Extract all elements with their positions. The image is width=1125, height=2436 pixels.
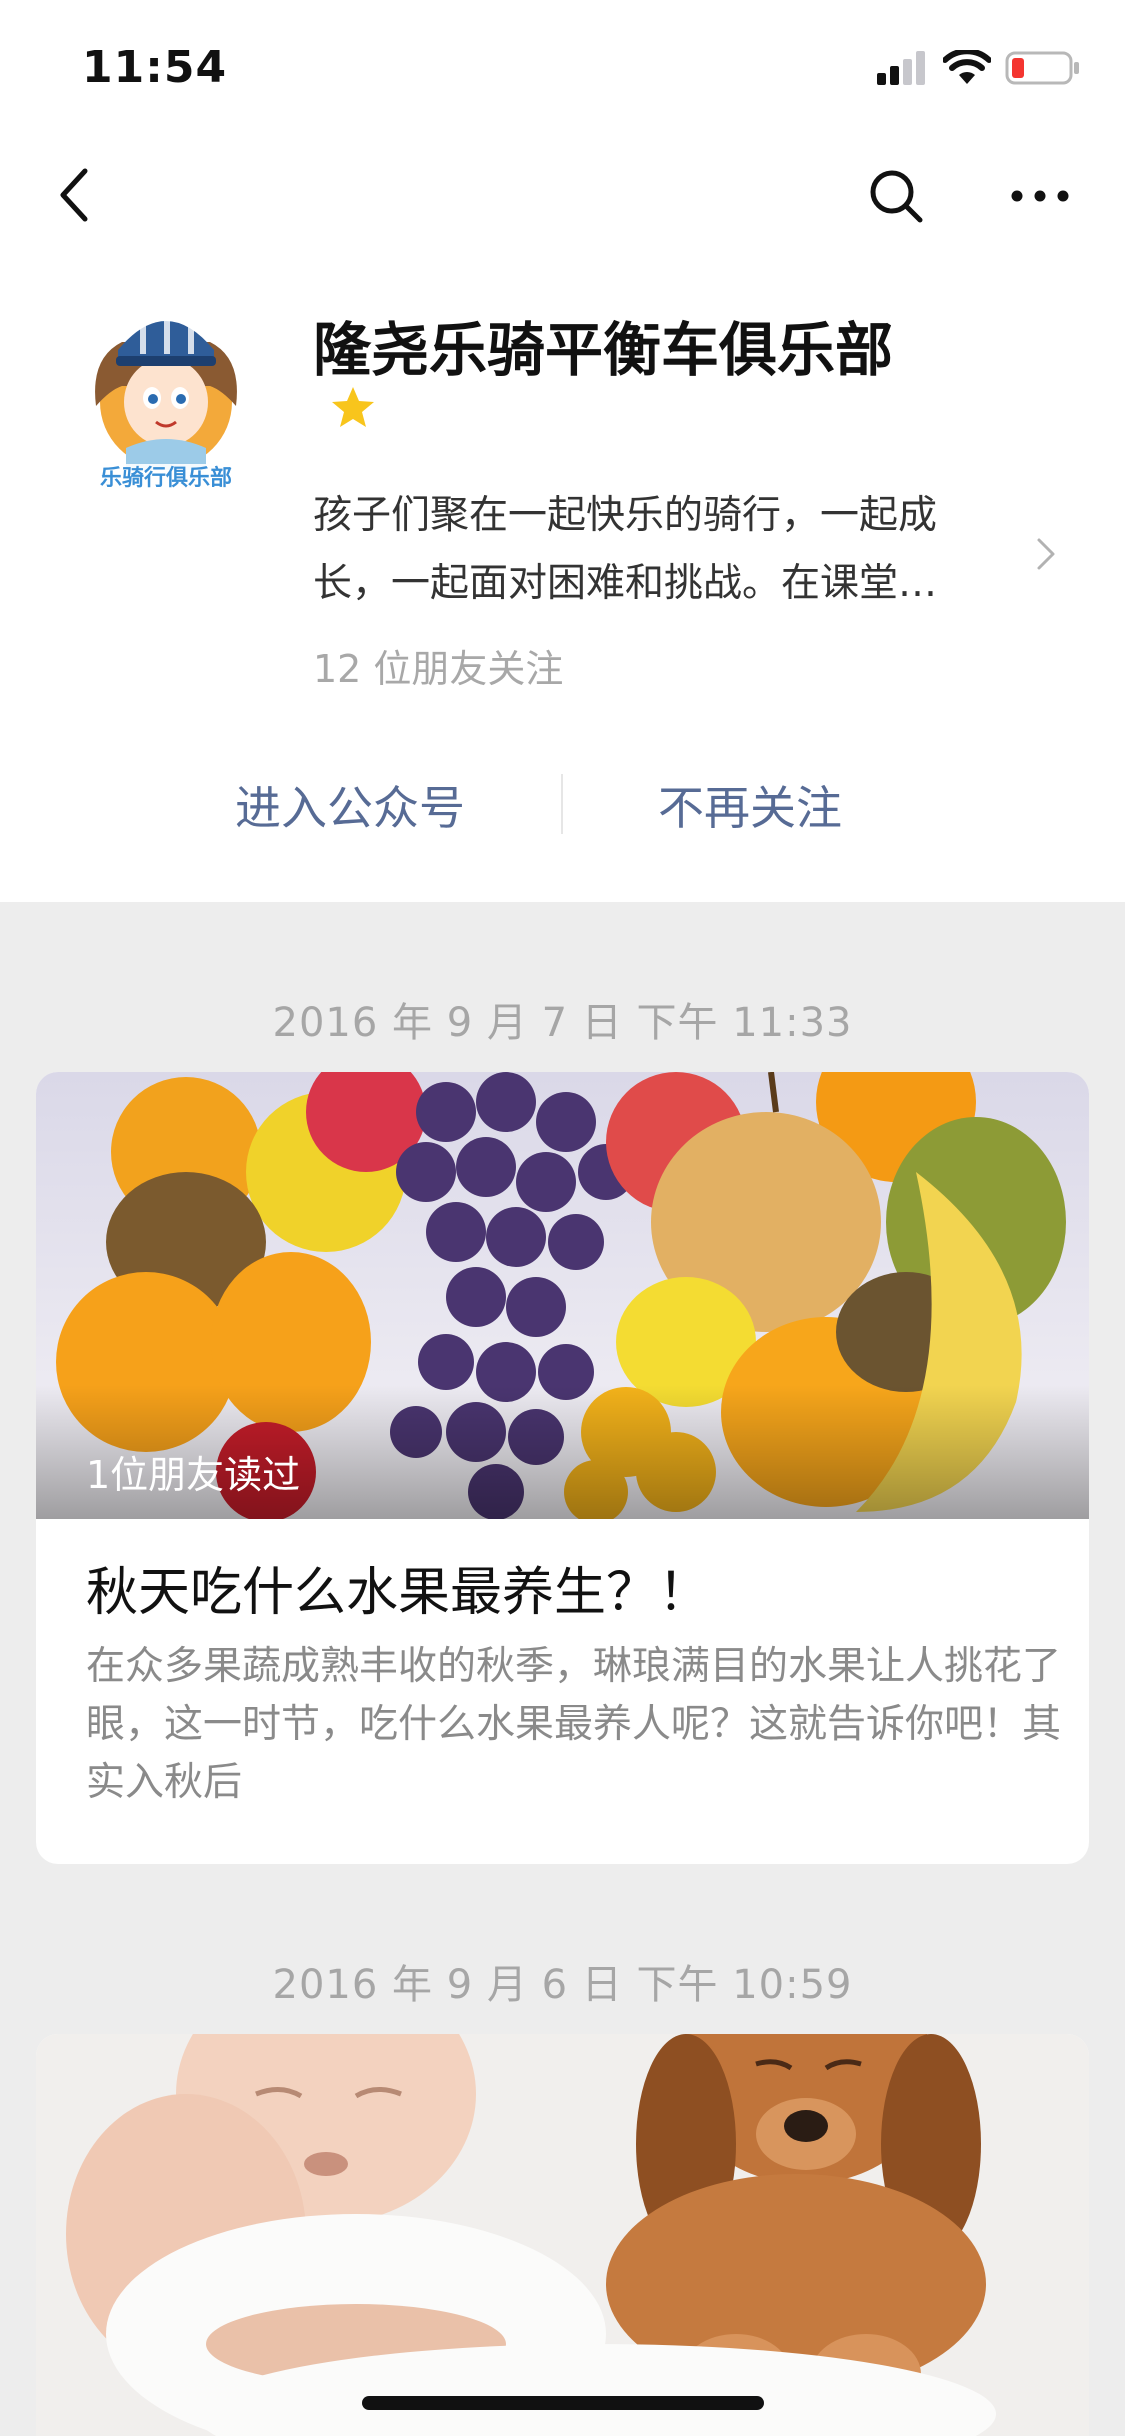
friends-read-badge: 1位朋友读过 bbox=[86, 1453, 301, 1497]
article-title: 秋天吃什么水果最养生？！ bbox=[86, 1563, 711, 1623]
signal-icon bbox=[877, 51, 925, 85]
article-digest: 在众多果蔬成熟丰收的秋季，琳琅满目的水果让人挑花了眼，这一时节，吃什么水果最养人… bbox=[86, 1644, 1062, 1805]
nav-bar bbox=[0, 130, 1125, 260]
status-time: 11:54 bbox=[82, 42, 228, 93]
account-description: 孩子们聚在一起快乐的骑行，一起成长，一起面对困难和挑战。在课堂… bbox=[313, 493, 938, 606]
avatar-banner-text: 乐骑行俱乐部 bbox=[99, 466, 232, 491]
search-button[interactable] bbox=[860, 160, 932, 232]
article-cover-image: 1位朋友读过 bbox=[36, 1072, 1089, 1519]
unfollow-button[interactable]: 不再关注 bbox=[560, 750, 940, 860]
account-profile: 乐骑行俱乐部 隆尧乐骑平衡车俱乐部 孩子们聚在一起快乐的骑行，一起成长，一起面对… bbox=[0, 260, 1125, 902]
article-card[interactable]: 1位朋友读过 秋天吃什么水果最养生？！ 在众多果蔬成熟丰收的秋季，琳琅满目的水果… bbox=[36, 1072, 1089, 1864]
status-bar: 11:54 bbox=[0, 0, 1125, 130]
enter-account-button[interactable]: 进入公众号 bbox=[160, 750, 540, 860]
account-title: 隆尧乐骑平衡车俱乐部 bbox=[313, 310, 913, 438]
article-timestamp: 2016 年 9 月 6 日 下午 10:59 bbox=[272, 1962, 853, 2008]
more-button[interactable] bbox=[1004, 160, 1076, 232]
avatar[interactable]: 乐骑行俱乐部 bbox=[82, 298, 250, 498]
baby-puppy-photo bbox=[36, 2034, 1089, 2436]
chevron-right-icon bbox=[1037, 538, 1055, 570]
article-card[interactable] bbox=[36, 2034, 1089, 2436]
account-description-row[interactable]: 孩子们聚在一起快乐的骑行，一起成长，一起面对困难和挑战。在课堂… bbox=[313, 482, 1073, 622]
article-timestamp: 2016 年 9 月 7 日 下午 11:33 bbox=[272, 1000, 853, 1046]
search-icon bbox=[870, 170, 923, 223]
star-icon bbox=[332, 387, 374, 427]
status-icons bbox=[877, 48, 1081, 88]
article-cover-image bbox=[36, 2034, 1089, 2436]
account-actions: 进入公众号 不再关注 bbox=[0, 750, 1125, 860]
friends-following-count: 12 位朋友关注 bbox=[313, 647, 564, 691]
wifi-icon bbox=[943, 50, 991, 84]
home-indicator[interactable] bbox=[362, 2396, 764, 2410]
account-name: 隆尧乐骑平衡车俱乐部 bbox=[313, 316, 894, 384]
more-icon bbox=[1011, 190, 1069, 202]
back-button[interactable] bbox=[40, 160, 110, 230]
battery-icon bbox=[1005, 51, 1079, 85]
chevron-left-icon bbox=[60, 168, 88, 222]
